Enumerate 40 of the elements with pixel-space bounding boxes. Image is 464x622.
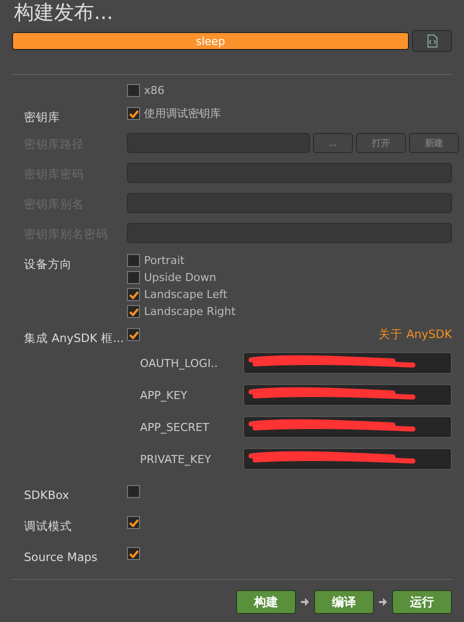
arrow-icon	[300, 597, 310, 607]
step-button[interactable]: 构建	[236, 590, 296, 614]
window-title: 构建发布...	[14, 0, 114, 26]
checkbox-label: Landscape Left	[144, 288, 228, 301]
checkbox[interactable]	[127, 305, 140, 318]
checkbox[interactable]	[127, 84, 140, 97]
arrow-icon	[378, 597, 388, 607]
param-label: OAUTH_LOGI..	[139, 356, 219, 370]
checkbox[interactable]	[127, 485, 140, 498]
param-label: APP_SECRET	[139, 420, 210, 434]
field-label: 集成 AnySDK 框...	[24, 331, 124, 345]
progress-label: sleep	[196, 34, 226, 48]
checkbox[interactable]	[127, 271, 140, 284]
field-label: 密钥库	[24, 110, 60, 124]
checkbox-label: Landscape Right	[144, 305, 236, 318]
checkbox-label: Upside Down	[144, 271, 216, 284]
field-label: 调试模式	[24, 519, 72, 533]
checkbox[interactable]	[127, 288, 140, 301]
checkbox-label: Portrait	[144, 254, 184, 267]
file-code-icon	[426, 34, 438, 48]
checkmark-icon	[128, 110, 138, 118]
checkbox[interactable]	[127, 107, 140, 120]
step-button[interactable]: 运行	[392, 590, 452, 614]
checkmark-icon	[128, 518, 138, 526]
field-label: 设备方向	[24, 257, 72, 271]
checkbox-label: 使用调试密钥库	[144, 106, 221, 121]
checkbox[interactable]	[127, 328, 140, 341]
checkbox[interactable]	[127, 516, 140, 529]
param-label: PRIVATE_KEY	[139, 452, 212, 466]
field-label: SDKBox	[24, 488, 70, 502]
about-link[interactable]: 关于 AnySDK	[378, 327, 452, 342]
checkmark-icon	[128, 330, 138, 338]
param-label: APP_KEY	[139, 388, 188, 402]
checkbox[interactable]	[127, 547, 140, 560]
step-button[interactable]: 编译	[314, 590, 374, 614]
checkbox-label: x86	[144, 84, 165, 97]
field-label: Source Maps	[24, 550, 98, 564]
log-button[interactable]	[412, 30, 452, 52]
checkbox[interactable]	[127, 254, 140, 267]
checkmark-icon	[128, 550, 138, 558]
